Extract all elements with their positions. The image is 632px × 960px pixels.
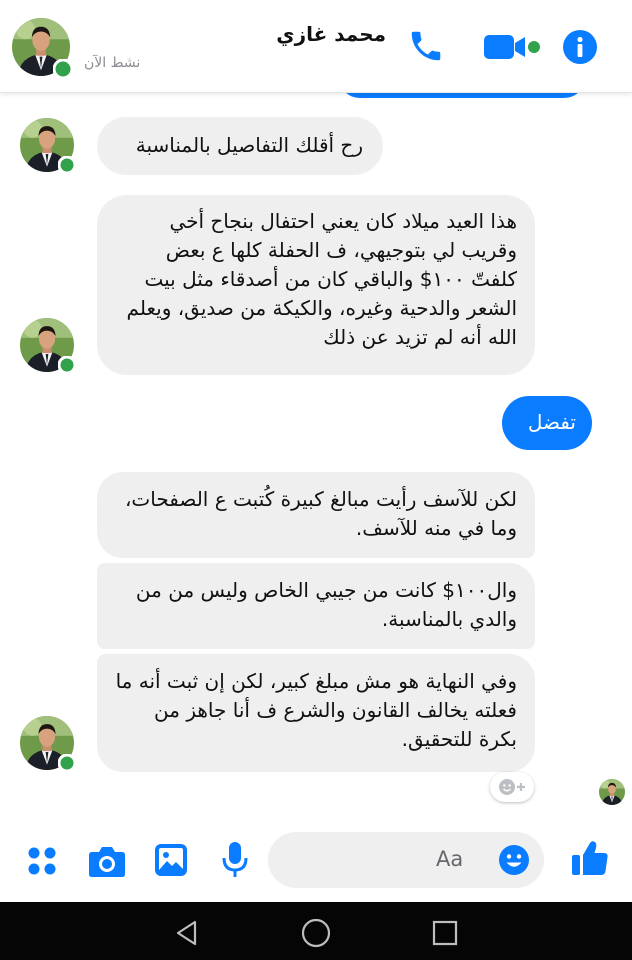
online-indicator-icon (58, 754, 76, 772)
active-status: نشط الآن (84, 55, 141, 71)
message-composer: Aa (0, 818, 632, 902)
system-navigation-bar (0, 902, 632, 960)
info-icon[interactable] (563, 30, 597, 64)
message-bubble[interactable]: وفي النهاية هو مش مبلغ كبير، لكن إن ثبت … (97, 654, 535, 772)
add-reaction-button[interactable] (490, 772, 534, 802)
message-input[interactable]: Aa (268, 832, 544, 888)
online-indicator-icon (53, 59, 73, 79)
online-indicator-icon (58, 356, 76, 374)
add-reaction-icon (499, 779, 525, 795)
call-icon[interactable] (407, 27, 445, 65)
sender-avatar (20, 318, 76, 374)
message-input-placeholder: Aa (436, 847, 464, 871)
like-icon[interactable] (570, 838, 610, 878)
avatar-image (599, 779, 625, 805)
nav-home-icon[interactable] (300, 917, 332, 949)
microphone-icon[interactable] (222, 841, 248, 879)
camera-icon[interactable] (88, 844, 126, 878)
video-call-icon[interactable] (483, 33, 543, 61)
message-bubble[interactable]: هذا العيد ميلاد كان يعني احتفال بنجاح أخ… (97, 195, 535, 375)
message-bubble[interactable]: لكن للآسف رأيت مبالغ كبيرة كُتبت ع الصفح… (97, 472, 535, 558)
conversation-header: محمد غازي نشط الآن (0, 0, 632, 93)
sent-message-bubble[interactable]: تفضل (502, 396, 592, 450)
contact-avatar[interactable] (12, 18, 73, 79)
contact-name[interactable]: محمد غازي (276, 22, 386, 46)
nav-recents-icon[interactable] (431, 919, 459, 947)
sender-avatar (20, 118, 76, 174)
sender-avatar (20, 716, 76, 772)
apps-icon[interactable] (27, 846, 57, 876)
emoji-icon[interactable] (498, 844, 530, 876)
gallery-icon[interactable] (154, 843, 188, 877)
message-bubble[interactable]: رح أقلك التفاصيل بالمناسبة (97, 117, 383, 175)
online-indicator-icon (58, 156, 76, 174)
nav-back-icon[interactable] (173, 919, 201, 947)
message-bubble[interactable]: وال١٠٠$ كانت من جيبي الخاص وليس من من وا… (97, 563, 535, 649)
seen-receipt-avatar (599, 779, 625, 805)
